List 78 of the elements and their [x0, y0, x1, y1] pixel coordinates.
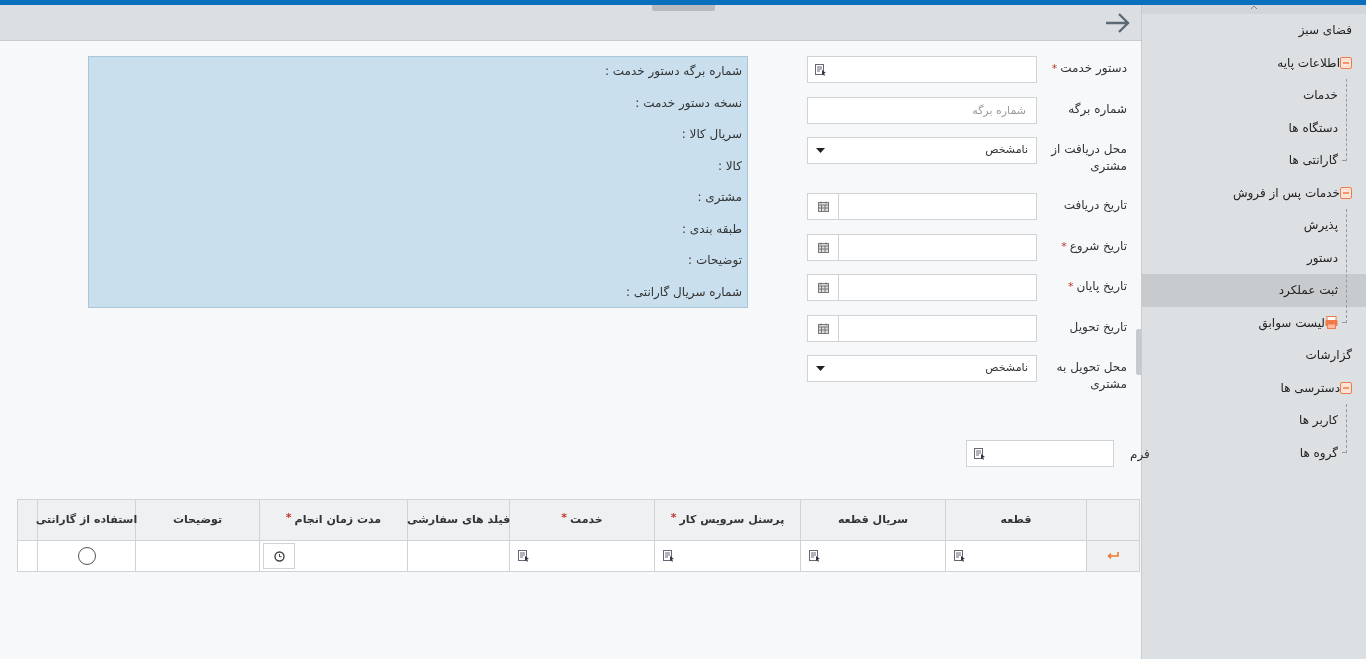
time-button[interactable] [263, 543, 295, 569]
info-label: مشتری : [696, 189, 742, 206]
info-label: سریال کالا : [680, 126, 742, 143]
printer-icon[interactable] [1325, 316, 1338, 330]
dropdown[interactable]: نامشخص [807, 137, 1037, 164]
date-field[interactable] [807, 233, 1037, 261]
nav-item[interactable]: دستگاه ها [1142, 111, 1366, 144]
column-header[interactable]: قطعه [1000, 511, 1032, 529]
lookup-icon[interactable] [974, 447, 986, 460]
scroll-up-icon[interactable] [1250, 5, 1258, 10]
field-label: دستور خدمت [1060, 60, 1127, 77]
field-label: تاریخ پایان [1076, 278, 1127, 295]
required-mark: * [1061, 238, 1067, 255]
tree-line [1342, 404, 1347, 453]
required-mark: * [670, 510, 677, 526]
column-header[interactable]: خدمت [570, 511, 603, 529]
dropdown[interactable]: نامشخص [807, 355, 1037, 382]
field-label: تاریخ تحویل [1069, 318, 1127, 336]
caret-icon [816, 366, 825, 371]
drag-handle[interactable] [652, 5, 715, 11]
date-field[interactable] [807, 314, 1037, 342]
info-label: طبقه بندی : [681, 220, 742, 238]
field-label: تاریخ شروع [1069, 237, 1127, 255]
collapse-icon[interactable] [1340, 56, 1352, 69]
collapse-icon[interactable] [1340, 381, 1352, 394]
lookup-icon[interactable] [954, 550, 966, 562]
nav-item[interactable]: فضای سبز [1142, 14, 1366, 47]
caret-icon [816, 148, 825, 153]
nav-item[interactable]: دستور [1142, 241, 1366, 274]
column-header[interactable]: سریال قطعه [837, 511, 909, 529]
info-label: شماره سریال گارانتی : [624, 283, 742, 301]
nav-item[interactable]: گزارشات [1142, 339, 1366, 372]
calendar-icon[interactable] [817, 201, 829, 212]
scrollbar-thumb[interactable] [1136, 329, 1141, 375]
field-label: تاریخ دریافت [1063, 197, 1127, 214]
column-header[interactable]: پرسنل سرویس کار [679, 511, 785, 529]
forward-arrow-icon[interactable] [1105, 11, 1131, 34]
field-label: فرم [1130, 445, 1151, 463]
lookup-icon[interactable] [518, 550, 530, 562]
calendar-icon[interactable] [817, 241, 829, 253]
required-mark: * [1068, 279, 1074, 295]
info-label: شماره برگه دستور خدمت : [603, 63, 742, 81]
clock-icon[interactable] [273, 550, 285, 562]
nav-item[interactable]: اطلاعات پایه [1142, 46, 1366, 79]
nav-item[interactable]: کاربر ها [1142, 404, 1366, 437]
info-label: کالا : [716, 157, 742, 175]
nav-item[interactable]: لیست سوابق [1142, 306, 1366, 339]
collapse-icon[interactable] [1340, 186, 1352, 199]
lookup-icon[interactable] [663, 550, 675, 562]
nav-item[interactable]: دسترسی ها [1142, 371, 1366, 404]
field-label: محل تحویل به مشتری [1055, 359, 1127, 393]
required-mark: * [1051, 61, 1058, 77]
lookup-field[interactable] [966, 440, 1114, 467]
field-label: محل دریافت از مشتری [1051, 141, 1127, 175]
calendar-icon[interactable] [817, 322, 829, 334]
lookup-icon[interactable] [815, 63, 827, 76]
required-mark: * [561, 510, 567, 526]
radio-button[interactable] [77, 547, 96, 565]
input-field[interactable]: شماره برگه [807, 96, 1037, 124]
calendar-icon[interactable] [817, 282, 829, 293]
nav-item[interactable]: خدمات پس از فروش [1142, 176, 1366, 209]
nav-item[interactable]: پذیرش [1142, 209, 1366, 242]
date-field[interactable] [807, 274, 1037, 301]
column-header[interactable]: استفاده از گارانتی [35, 511, 138, 529]
nav-item[interactable]: خدمات [1142, 79, 1366, 112]
enter-arrow-icon[interactable] [1107, 552, 1119, 560]
column-header[interactable]: فیلد های سفارشی [406, 511, 511, 529]
field-label: شماره برگه [1068, 100, 1127, 118]
info-label: نسخه دستور خدمت : [634, 94, 742, 112]
required-mark: * [285, 510, 292, 526]
lookup-field[interactable] [807, 56, 1037, 83]
column-header[interactable]: مدت زمان انجام [294, 511, 382, 529]
info-label: توضیحات : [687, 252, 742, 270]
column-header[interactable]: توضیحات [172, 511, 223, 529]
nav-item[interactable]: ثبت عملکرد [1142, 274, 1366, 307]
nav-item[interactable]: گارانتی ها [1142, 144, 1366, 177]
lookup-icon[interactable] [809, 550, 821, 562]
date-field[interactable] [807, 193, 1037, 220]
